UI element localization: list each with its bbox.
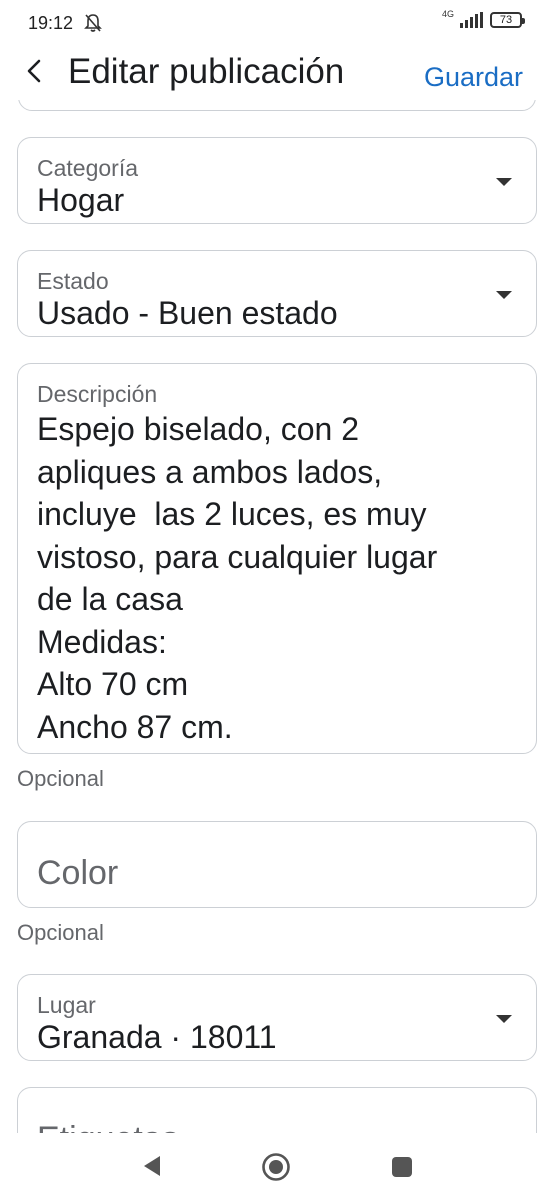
status-bar: 19:12 4G 73 [0, 0, 554, 46]
description-value: Espejo biselado, con 2 apliques a ambos … [37, 411, 438, 745]
battery-level: 73 [499, 14, 513, 26]
color-placeholder: Color [37, 854, 119, 892]
tags-placeholder: Etiquetas [37, 1120, 179, 1133]
previous-field-card[interactable] [18, 100, 536, 111]
mute-icon [84, 14, 102, 32]
description-helper-text: Opcional [17, 766, 104, 791]
form-content[interactable]: Categoría Hogar Estado Usado - Buen esta… [0, 100, 554, 1133]
condition-label: Estado [37, 268, 109, 294]
chevron-down-icon [496, 1015, 512, 1023]
category-value: Hogar [37, 182, 125, 218]
save-button[interactable]: Guardar [424, 62, 523, 93]
location-value: Granada · 18011 [37, 1019, 277, 1055]
description-label: Descripción [37, 381, 158, 407]
location-label: Lugar [37, 992, 96, 1018]
color-input[interactable]: Color [17, 821, 537, 908]
system-nav-bar [0, 1133, 554, 1200]
category-select[interactable]: Categoría Hogar [17, 137, 537, 224]
description-textarea[interactable]: Descripción Espejo biselado, con 2 apliq… [17, 363, 537, 754]
status-time: 19:12 [28, 13, 74, 33]
signal-icon [460, 12, 483, 28]
chevron-down-icon [496, 291, 512, 299]
nav-home-icon[interactable] [261, 1152, 291, 1182]
network-type-label: 4G [441, 9, 454, 19]
battery-icon: 73 [490, 12, 525, 28]
nav-back-icon[interactable] [142, 1154, 162, 1178]
chevron-down-icon [496, 178, 512, 186]
tags-input[interactable]: Etiquetas [17, 1087, 537, 1133]
app-bar: Editar publicación Guardar [0, 46, 554, 100]
category-label: Categoría [37, 155, 139, 181]
condition-select[interactable]: Estado Usado - Buen estado [17, 250, 537, 337]
page-title: Editar publicación [68, 52, 345, 91]
condition-value: Usado - Buen estado [37, 295, 338, 331]
color-helper-text: Opcional [17, 920, 104, 945]
back-arrow-icon[interactable] [18, 54, 52, 88]
nav-recents-icon[interactable] [392, 1157, 412, 1177]
location-select[interactable]: Lugar Granada · 18011 [17, 974, 537, 1061]
